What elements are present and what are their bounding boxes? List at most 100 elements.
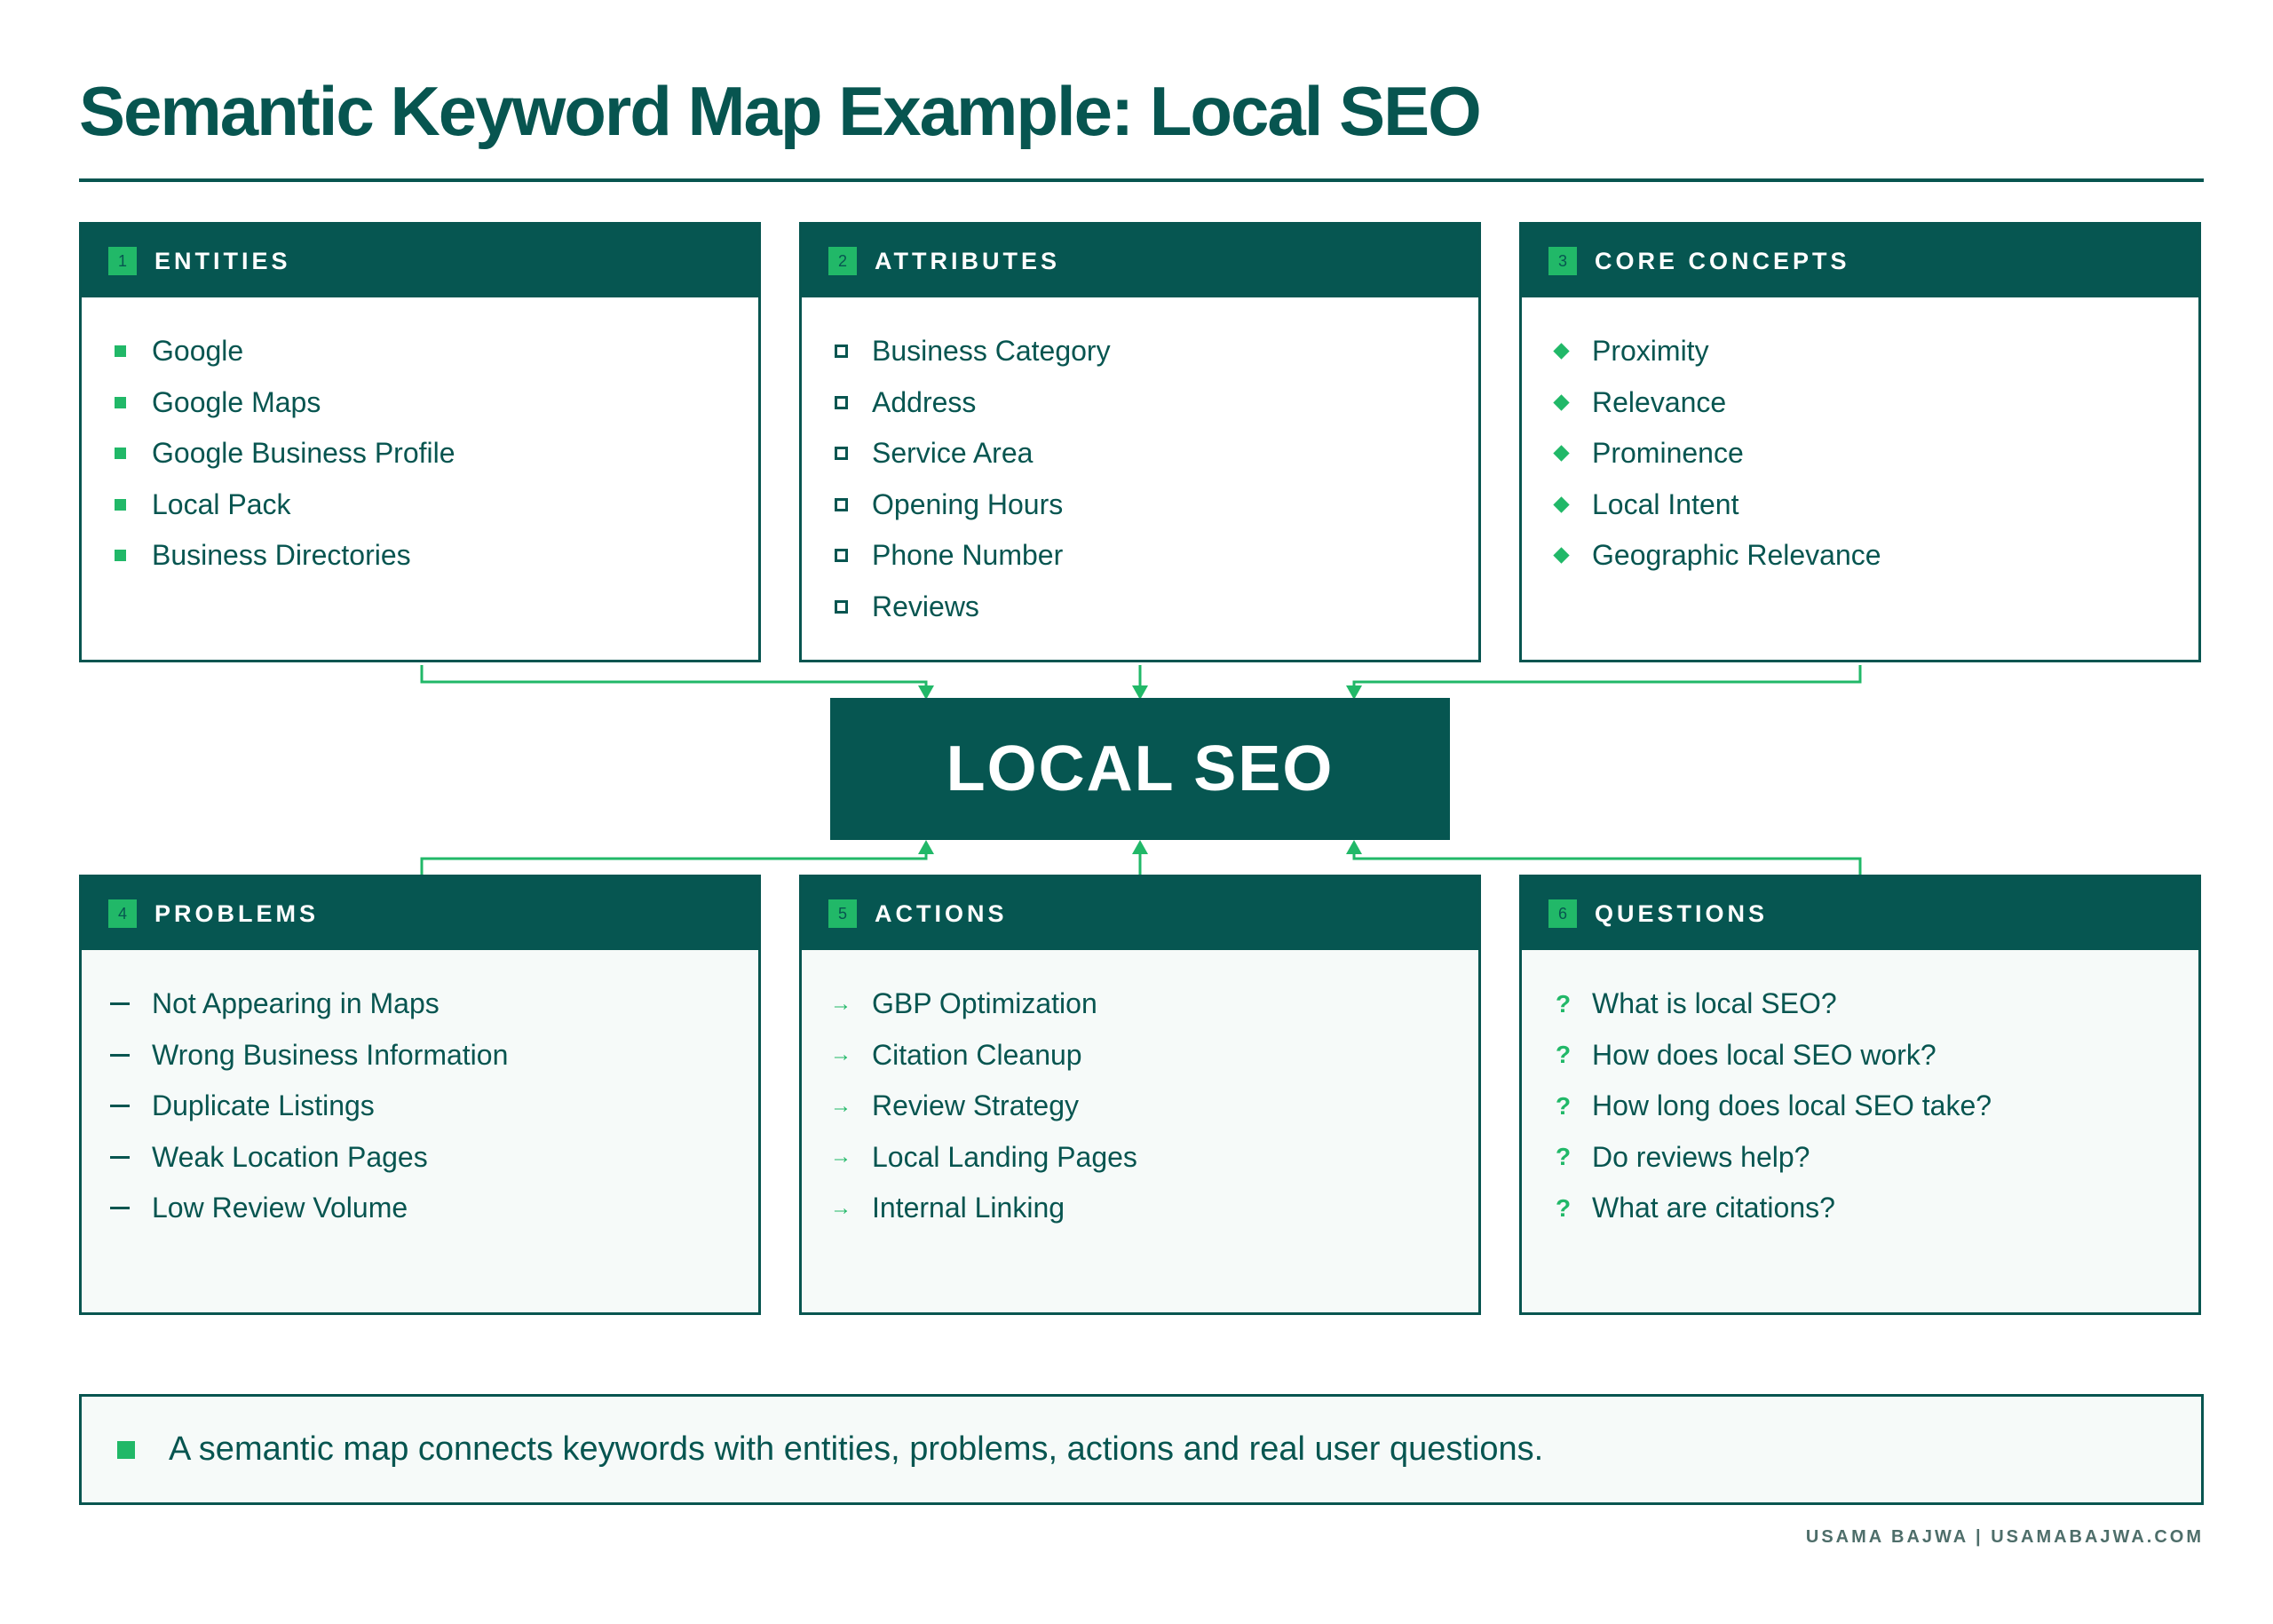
list-item-label: Google Maps [152, 385, 321, 418]
arrowhead-problems [918, 840, 934, 854]
connector-core-concepts [1352, 665, 1862, 689]
list-item-label: Reviews [872, 590, 979, 622]
arrow-right-icon: → [830, 1195, 851, 1220]
outlined-square-bullet-icon [835, 497, 848, 511]
dash-bullet-icon [110, 1155, 130, 1159]
diamond-bullet-icon [1553, 496, 1570, 513]
question-mark-icon: ? [1556, 1091, 1572, 1120]
question-mark-icon: ? [1556, 1143, 1572, 1171]
card-header: 4 PROBLEMS [82, 877, 758, 950]
dash-bullet-icon [110, 1053, 130, 1057]
arrowhead-actions [1132, 840, 1148, 854]
list-item-label: Opening Hours [872, 487, 1064, 520]
list-item-label: Wrong Business Information [152, 1038, 509, 1071]
list-item: Reviews [802, 582, 1478, 633]
list-item-label: How long does local SEO take? [1592, 1089, 1992, 1122]
center-node-label: LOCAL SEO [946, 733, 1334, 804]
list-item-label: Duplicate Listings [152, 1089, 375, 1122]
list-item-label: What is local SEO? [1592, 987, 1837, 1020]
list-item: Phone Number [802, 530, 1478, 582]
list-item: ? What are citations? [1522, 1183, 2198, 1234]
summary-note: A semantic map connects keywords with en… [79, 1394, 2204, 1505]
list-item: → Local Landing Pages [802, 1132, 1478, 1184]
card-number-badge: 4 [108, 899, 137, 928]
card-entities: 1 ENTITIES Google Google Maps Google Bus… [79, 222, 761, 662]
arrowhead-questions [1346, 840, 1362, 854]
card-questions: 6 QUESTIONS ? What is local SEO? ? How doe… [1519, 875, 2201, 1315]
list-item-label: Service Area [872, 437, 1034, 470]
outlined-square-bullet-icon [835, 599, 848, 614]
arrow-right-icon: → [830, 1093, 851, 1118]
list-item-label: Proximity [1592, 335, 1709, 368]
list-item-label: Business Directories [152, 539, 411, 572]
list-item: → Citation Cleanup [802, 1030, 1478, 1081]
list-item-label: Google Business Profile [152, 437, 455, 470]
card-problems: 4 PROBLEMS Not Appearing in Maps Wrong B… [79, 875, 761, 1315]
list-item: Weak Location Pages [82, 1132, 758, 1184]
list-item-label: Not Appearing in Maps [152, 987, 440, 1020]
connector-entities [420, 665, 928, 689]
list-item: Duplicate Listings [82, 1081, 758, 1132]
list-item-label: Phone Number [872, 539, 1064, 572]
outlined-square-bullet-icon [835, 395, 848, 409]
list-item-label: Weak Location Pages [152, 1140, 428, 1173]
list-item-label: Google [152, 335, 244, 368]
card-core-concepts: 3 CORE CONCEPTS Proximity Relevance Prom… [1519, 222, 2201, 662]
dash-bullet-icon [110, 1105, 130, 1108]
footer-credit: USAMA BAJWA | USAMABAJWA.COM [1805, 1527, 2204, 1547]
arrow-right-icon: → [830, 1145, 851, 1169]
list-item: Opening Hours [802, 479, 1478, 531]
card-number-badge: 1 [108, 247, 137, 275]
list-item-label: Local Intent [1592, 487, 1739, 520]
dash-bullet-icon [110, 1002, 130, 1006]
outlined-square-bullet-icon [835, 447, 848, 461]
question-mark-icon: ? [1556, 1041, 1572, 1069]
list-item: → Internal Linking [802, 1183, 1478, 1234]
list-item-label: What are citations? [1592, 1192, 1835, 1224]
list-item: → Review Strategy [802, 1081, 1478, 1132]
card-title: ATTRIBUTES [875, 247, 1060, 274]
list-item: Address [802, 377, 1478, 429]
list-item-label: Local Landing Pages [872, 1140, 1137, 1173]
connector-problems [420, 851, 928, 875]
list-item: Low Review Volume [82, 1183, 758, 1234]
filled-square-bullet-icon [115, 345, 126, 358]
list-item-label: Geographic Relevance [1592, 539, 1881, 572]
question-mark-icon: ? [1556, 1193, 1572, 1222]
list-item: → GBP Optimization [802, 978, 1478, 1030]
filled-square-bullet-icon [117, 1440, 135, 1459]
list-item: Relevance [1522, 377, 2198, 429]
list-item-label: Prominence [1592, 437, 1744, 470]
list-item-label: Relevance [1592, 385, 1727, 418]
list-item: ? How does local SEO work? [1522, 1030, 2198, 1081]
card-header: 1 ENTITIES [82, 225, 758, 297]
list-item: Google Business Profile [82, 428, 758, 479]
outlined-square-bullet-icon [835, 549, 848, 563]
list-item-label: Review Strategy [872, 1089, 1079, 1122]
list-item: ? Do reviews help? [1522, 1132, 2198, 1184]
dash-bullet-icon [110, 1207, 130, 1210]
card-header: 2 ATTRIBUTES [802, 225, 1478, 297]
list-item-label: Business Category [872, 335, 1111, 368]
list-item-label: Do reviews help? [1592, 1140, 1810, 1173]
list-item: Proximity [1522, 326, 2198, 377]
card-number-badge: 2 [828, 247, 857, 275]
card-actions: 5 ACTIONS → GBP Optimization → Citation Cl… [799, 875, 1481, 1315]
list-item: ? How long does local SEO take? [1522, 1081, 2198, 1132]
list-item: Wrong Business Information [82, 1030, 758, 1081]
list-item: Local Pack [82, 479, 758, 531]
list-item: ? What is local SEO? [1522, 978, 2198, 1030]
card-title: ENTITIES [154, 247, 291, 274]
center-node: LOCAL SEO [830, 698, 1450, 840]
card-header: 6 QUESTIONS [1522, 877, 2198, 950]
filled-square-bullet-icon [115, 448, 126, 460]
list-item: Prominence [1522, 428, 2198, 479]
list-item-label: Citation Cleanup [872, 1038, 1082, 1071]
list-item-label: Local Pack [152, 487, 291, 520]
arrow-right-icon: → [830, 1042, 851, 1067]
diamond-bullet-icon [1553, 394, 1570, 411]
diamond-bullet-icon [1553, 343, 1570, 360]
question-mark-icon: ? [1556, 989, 1572, 1018]
card-title: QUESTIONS [1595, 899, 1769, 927]
list-item-label: Address [872, 385, 977, 418]
